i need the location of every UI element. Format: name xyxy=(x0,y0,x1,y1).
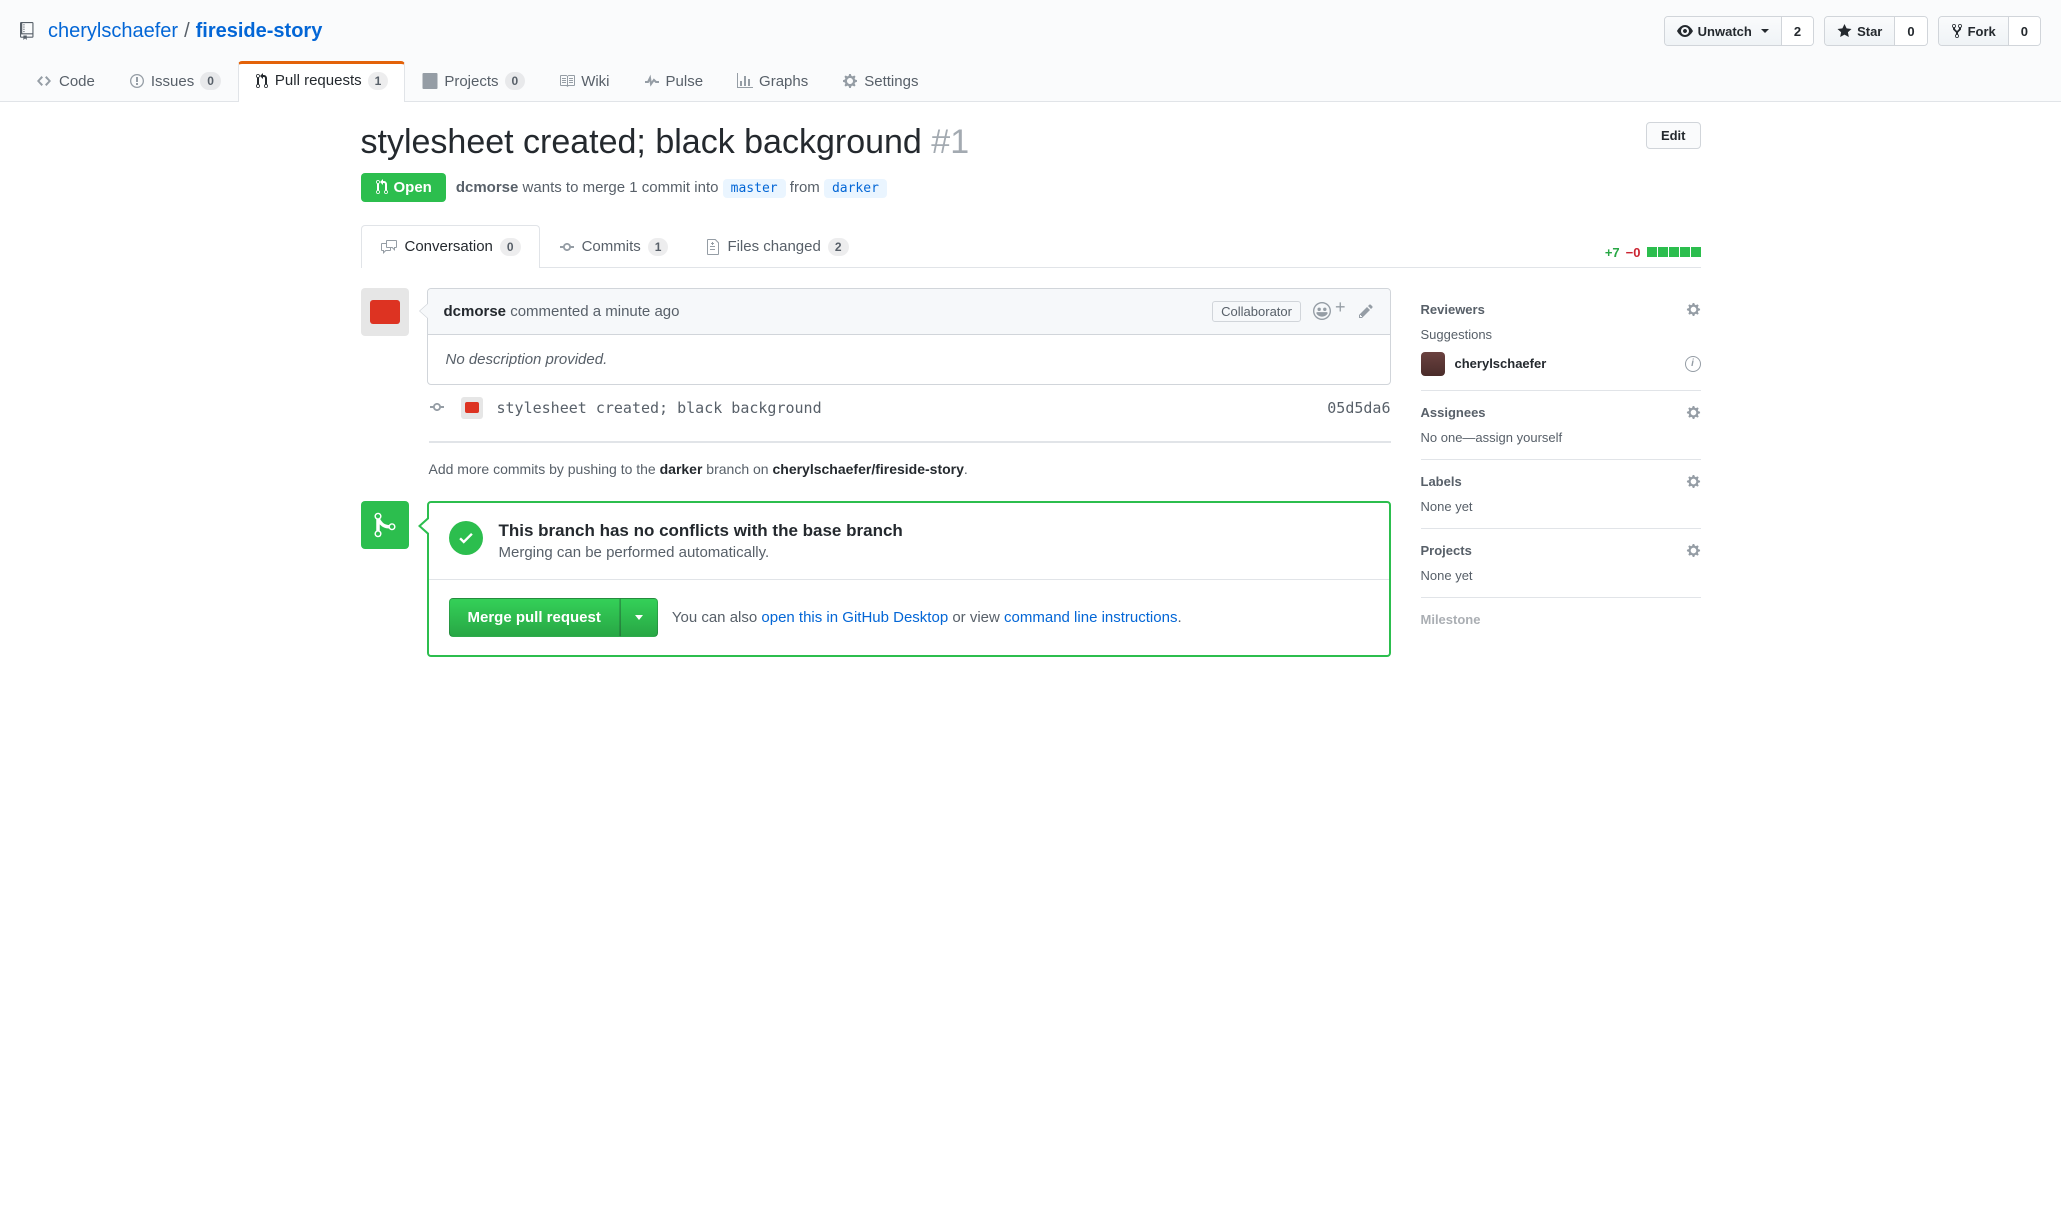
base-branch-pill[interactable]: master xyxy=(723,179,786,198)
tab-settings[interactable]: Settings xyxy=(825,61,935,102)
tab-conversation[interactable]: Conversation 0 xyxy=(361,225,540,268)
reviewers-header[interactable]: Reviewers xyxy=(1421,302,1701,317)
watch-count[interactable]: 2 xyxy=(1782,17,1813,45)
assignees-body[interactable]: No one—assign yourself xyxy=(1421,430,1701,445)
edit-button[interactable]: Edit xyxy=(1646,122,1701,149)
projects-body: None yet xyxy=(1421,568,1701,583)
tab-wiki[interactable]: Wiki xyxy=(542,61,626,102)
labels-header[interactable]: Labels xyxy=(1421,474,1701,489)
commit-sha[interactable]: 05d5da6 xyxy=(1327,399,1390,417)
comment-meta: dcmorse commented a minute ago xyxy=(444,303,680,320)
head-branch-pill[interactable]: darker xyxy=(824,179,887,198)
commit-icon xyxy=(429,399,445,415)
labels-body: None yet xyxy=(1421,499,1701,514)
merge-status-title: This branch has no conflicts with the ba… xyxy=(499,521,903,541)
file-diff-icon xyxy=(706,239,720,255)
assignees-header[interactable]: Assignees xyxy=(1421,405,1701,420)
pr-icon xyxy=(375,179,389,195)
unwatch-button[interactable]: Unwatch 2 xyxy=(1664,16,1814,46)
merge-hint: You can also open this in GitHub Desktop… xyxy=(672,609,1182,626)
repo-owner-link[interactable]: cherylschaefer xyxy=(48,20,178,43)
commit-avatar[interactable] xyxy=(461,397,483,419)
graph-icon xyxy=(737,73,753,89)
tab-projects[interactable]: Projects 0 xyxy=(405,61,542,102)
issue-icon xyxy=(129,73,145,89)
eye-icon xyxy=(1677,23,1693,39)
collaborator-badge: Collaborator xyxy=(1212,301,1301,322)
tab-commits[interactable]: Commits 1 xyxy=(540,225,688,268)
caret-down-icon xyxy=(635,615,643,620)
tab-issues[interactable]: Issues 0 xyxy=(112,61,238,102)
book-icon xyxy=(559,73,575,89)
repo-breadcrumb: cherylschaefer / fireside-story xyxy=(20,20,322,43)
reviewer-suggestion[interactable]: cherylschaefer i xyxy=(1421,352,1701,376)
project-icon xyxy=(422,73,438,89)
pr-state-badge: Open xyxy=(361,173,446,202)
code-icon xyxy=(37,73,53,89)
merge-pull-request-button[interactable]: Merge pull request xyxy=(449,598,620,637)
tab-pull-requests[interactable]: Pull requests 1 xyxy=(238,61,405,102)
gear-icon[interactable] xyxy=(1686,474,1701,489)
info-icon[interactable]: i xyxy=(1685,356,1701,372)
star-button[interactable]: Star 0 xyxy=(1824,16,1928,46)
fork-count[interactable]: 0 xyxy=(2009,17,2040,45)
fork-button[interactable]: Fork 0 xyxy=(1938,16,2041,46)
add-reaction-icon[interactable] xyxy=(1313,302,1331,320)
open-desktop-link[interactable]: open this in GitHub Desktop xyxy=(761,609,948,626)
pr-title: stylesheet created; black background #1 xyxy=(361,122,970,163)
gear-icon[interactable] xyxy=(1686,405,1701,420)
avatar[interactable] xyxy=(361,288,409,336)
caret-down-icon xyxy=(1761,29,1769,33)
gear-icon[interactable] xyxy=(1686,302,1701,317)
edit-comment-icon[interactable] xyxy=(1358,303,1374,319)
repo-name-link[interactable]: fireside-story xyxy=(196,20,323,43)
check-circle-icon xyxy=(449,521,483,555)
commit-row[interactable]: stylesheet created; black background 05d… xyxy=(361,385,1391,431)
git-merge-icon xyxy=(373,511,397,539)
push-hint: Add more commits by pushing to the darke… xyxy=(429,461,1391,477)
projects-header[interactable]: Projects xyxy=(1421,543,1701,558)
tab-graphs[interactable]: Graphs xyxy=(720,61,825,102)
pr-merge-description: dcmorse wants to merge 1 commit into mas… xyxy=(456,179,887,196)
comment-body: No description provided. xyxy=(428,335,1390,384)
merge-status-icon xyxy=(361,501,409,549)
avatar xyxy=(1421,352,1445,376)
cli-instructions-link[interactable]: command line instructions xyxy=(1004,609,1177,626)
pulse-icon xyxy=(644,73,660,89)
diffstat: +7 −0 xyxy=(1605,224,1701,267)
merge-method-dropdown[interactable] xyxy=(620,598,658,637)
star-count[interactable]: 0 xyxy=(1895,17,1926,45)
pr-icon xyxy=(255,73,269,89)
gear-icon xyxy=(842,73,858,89)
commit-message[interactable]: stylesheet created; black background xyxy=(497,399,1314,417)
milestone-header[interactable]: Milestone xyxy=(1421,612,1701,627)
repo-icon xyxy=(20,22,38,40)
fork-icon xyxy=(1951,23,1963,39)
tab-code[interactable]: Code xyxy=(20,61,112,102)
tab-pulse[interactable]: Pulse xyxy=(627,61,721,102)
star-icon xyxy=(1837,23,1852,39)
comment-discussion-icon xyxy=(380,239,398,255)
gear-icon[interactable] xyxy=(1686,543,1701,558)
commit-icon xyxy=(559,239,575,255)
tab-files-changed[interactable]: Files changed 2 xyxy=(687,225,867,268)
merge-status-subtitle: Merging can be performed automatically. xyxy=(499,544,903,561)
